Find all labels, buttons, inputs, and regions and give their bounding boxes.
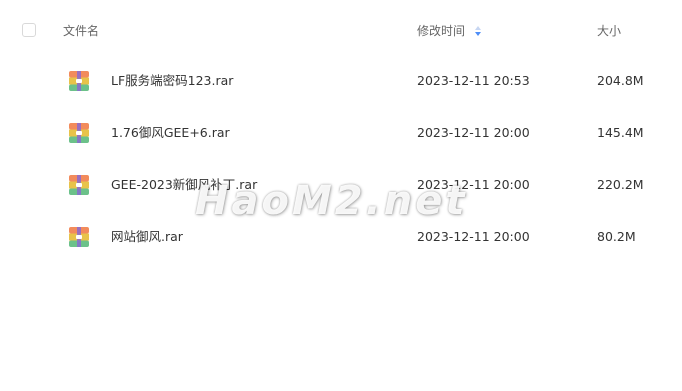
select-all-checkbox[interactable] bbox=[22, 23, 36, 37]
column-header-name[interactable]: 文件名 bbox=[63, 24, 99, 38]
rar-archive-icon bbox=[69, 123, 89, 143]
rar-archive-icon bbox=[69, 175, 89, 195]
rar-archive-icon bbox=[69, 71, 89, 91]
file-size: 80.2M bbox=[597, 229, 636, 244]
file-row[interactable]: 1.76御风GEE+6.rar 2023-12-11 20:00 145.4M bbox=[0, 122, 682, 174]
file-list-header: 文件名 修改时间 大小 bbox=[0, 0, 682, 60]
file-name[interactable]: GEE-2023新御风补丁.rar bbox=[111, 177, 257, 193]
column-header-modified-time[interactable]: 修改时间 bbox=[417, 24, 465, 38]
file-row[interactable]: GEE-2023新御风补丁.rar 2023-12-11 20:00 220.2… bbox=[0, 174, 682, 226]
file-modified-time: 2023-12-11 20:00 bbox=[417, 125, 530, 140]
file-modified-time: 2023-12-11 20:53 bbox=[417, 73, 530, 88]
file-name[interactable]: LF服务端密码123.rar bbox=[111, 73, 233, 89]
file-name[interactable]: 网站御风.rar bbox=[111, 229, 183, 245]
file-size: 204.8M bbox=[597, 73, 644, 88]
file-size: 145.4M bbox=[597, 125, 644, 140]
sort-icon[interactable] bbox=[474, 24, 482, 38]
file-modified-time: 2023-12-11 20:00 bbox=[417, 177, 530, 192]
file-row[interactable]: LF服务端密码123.rar 2023-12-11 20:53 204.8M bbox=[0, 70, 682, 122]
file-name[interactable]: 1.76御风GEE+6.rar bbox=[111, 125, 230, 141]
rar-archive-icon bbox=[69, 227, 89, 247]
file-modified-time: 2023-12-11 20:00 bbox=[417, 229, 530, 244]
file-size: 220.2M bbox=[597, 177, 644, 192]
file-row[interactable]: 网站御风.rar 2023-12-11 20:00 80.2M bbox=[0, 226, 682, 278]
column-header-size[interactable]: 大小 bbox=[597, 24, 621, 38]
